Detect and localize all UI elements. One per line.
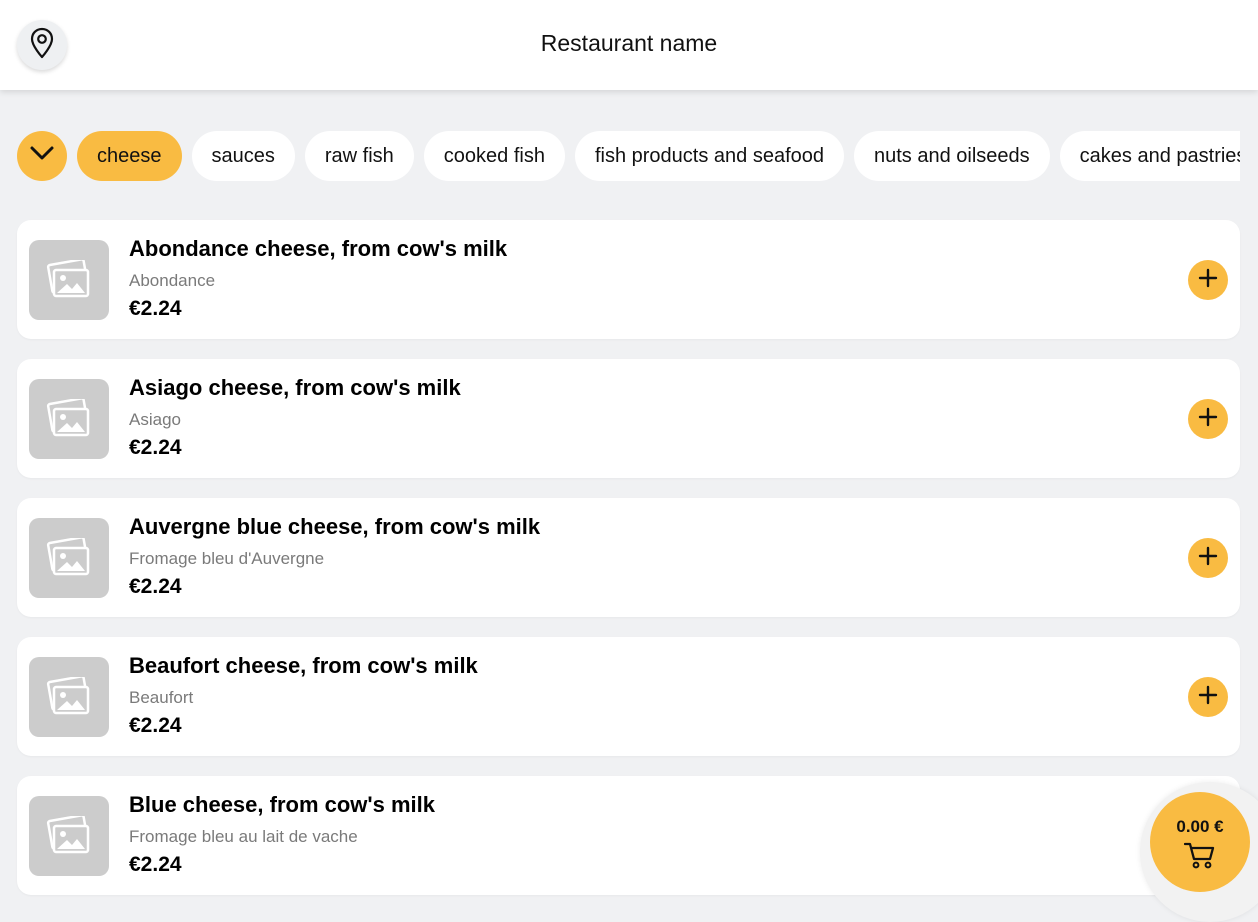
- restaurant-name: Restaurant name: [540, 30, 718, 56]
- product-subtitle: Fromage bleu d'Auvergne: [129, 549, 325, 568]
- product-card[interactable]: Abondance cheese, from cow's milk Abonda…: [17, 220, 1240, 339]
- category-chip-cakes-and-pastries[interactable]: cakes and pastries: [1059, 130, 1240, 181]
- image-placeholder-icon: [29, 518, 109, 598]
- category-chip-sauces[interactable]: sauces: [191, 130, 295, 181]
- category-chip-fish-products-and-seafood[interactable]: fish products and seafood: [574, 130, 844, 181]
- add-to-cart-button[interactable]: [1188, 677, 1228, 717]
- plus-icon: [1198, 685, 1218, 710]
- cart-total: 0.00 €: [1176, 817, 1224, 836]
- product-price: €2.24: [129, 436, 182, 459]
- add-to-cart-button[interactable]: [1188, 538, 1228, 578]
- product-card[interactable]: Asiago cheese, from cow's milk Asiago €2…: [17, 359, 1240, 478]
- add-to-cart-button[interactable]: [1188, 399, 1228, 439]
- product-subtitle: Abondance: [129, 271, 216, 290]
- add-to-cart-button[interactable]: [1188, 260, 1228, 300]
- category-chip-cheese[interactable]: cheese: [77, 130, 182, 181]
- product-name: Blue cheese, from cow's milk: [129, 792, 436, 817]
- product-subtitle: Asiago: [129, 410, 181, 429]
- chevron-down-icon: [29, 145, 55, 166]
- product-subtitle: Beaufort: [129, 688, 194, 707]
- product-price: €2.24: [129, 575, 182, 598]
- product-list: Abondance cheese, from cow's milk Abonda…: [17, 220, 1240, 915]
- product-price: €2.24: [129, 297, 182, 320]
- plus-icon: [1198, 546, 1218, 571]
- category-chip-raw-fish[interactable]: raw fish: [304, 130, 414, 181]
- image-placeholder-icon: [29, 379, 109, 459]
- image-placeholder-icon: [29, 796, 109, 876]
- product-subtitle: Fromage bleu au lait de vache: [129, 827, 358, 846]
- product-price: €2.24: [129, 853, 182, 876]
- product-name: Abondance cheese, from cow's milk: [129, 236, 508, 261]
- shopping-cart-icon: [1183, 841, 1216, 874]
- category-chip-nuts-and-oilseeds[interactable]: nuts and oilseeds: [854, 130, 1050, 181]
- category-toggle-button[interactable]: [17, 130, 67, 181]
- plus-icon: [1198, 407, 1218, 432]
- product-card[interactable]: Blue cheese, from cow's milk Fromage ble…: [17, 776, 1240, 895]
- plus-icon: [1198, 268, 1218, 293]
- app-header: Restaurant name: [0, 0, 1258, 90]
- product-price: €2.24: [129, 714, 182, 737]
- category-chip-cooked-fish[interactable]: cooked fish: [423, 130, 565, 181]
- category-bar: cheese sauces raw fish cooked fish fish …: [17, 130, 1240, 181]
- product-card[interactable]: Auvergne blue cheese, from cow's milk Fr…: [17, 498, 1240, 617]
- product-name: Auvergne blue cheese, from cow's milk: [129, 514, 541, 539]
- product-card[interactable]: Beaufort cheese, from cow's milk Beaufor…: [17, 637, 1240, 756]
- image-placeholder-icon: [29, 240, 109, 320]
- product-name: Beaufort cheese, from cow's milk: [129, 653, 478, 678]
- image-placeholder-icon: [29, 657, 109, 737]
- product-name: Asiago cheese, from cow's milk: [129, 375, 461, 400]
- cart-button[interactable]: 0.00 €: [1150, 792, 1250, 892]
